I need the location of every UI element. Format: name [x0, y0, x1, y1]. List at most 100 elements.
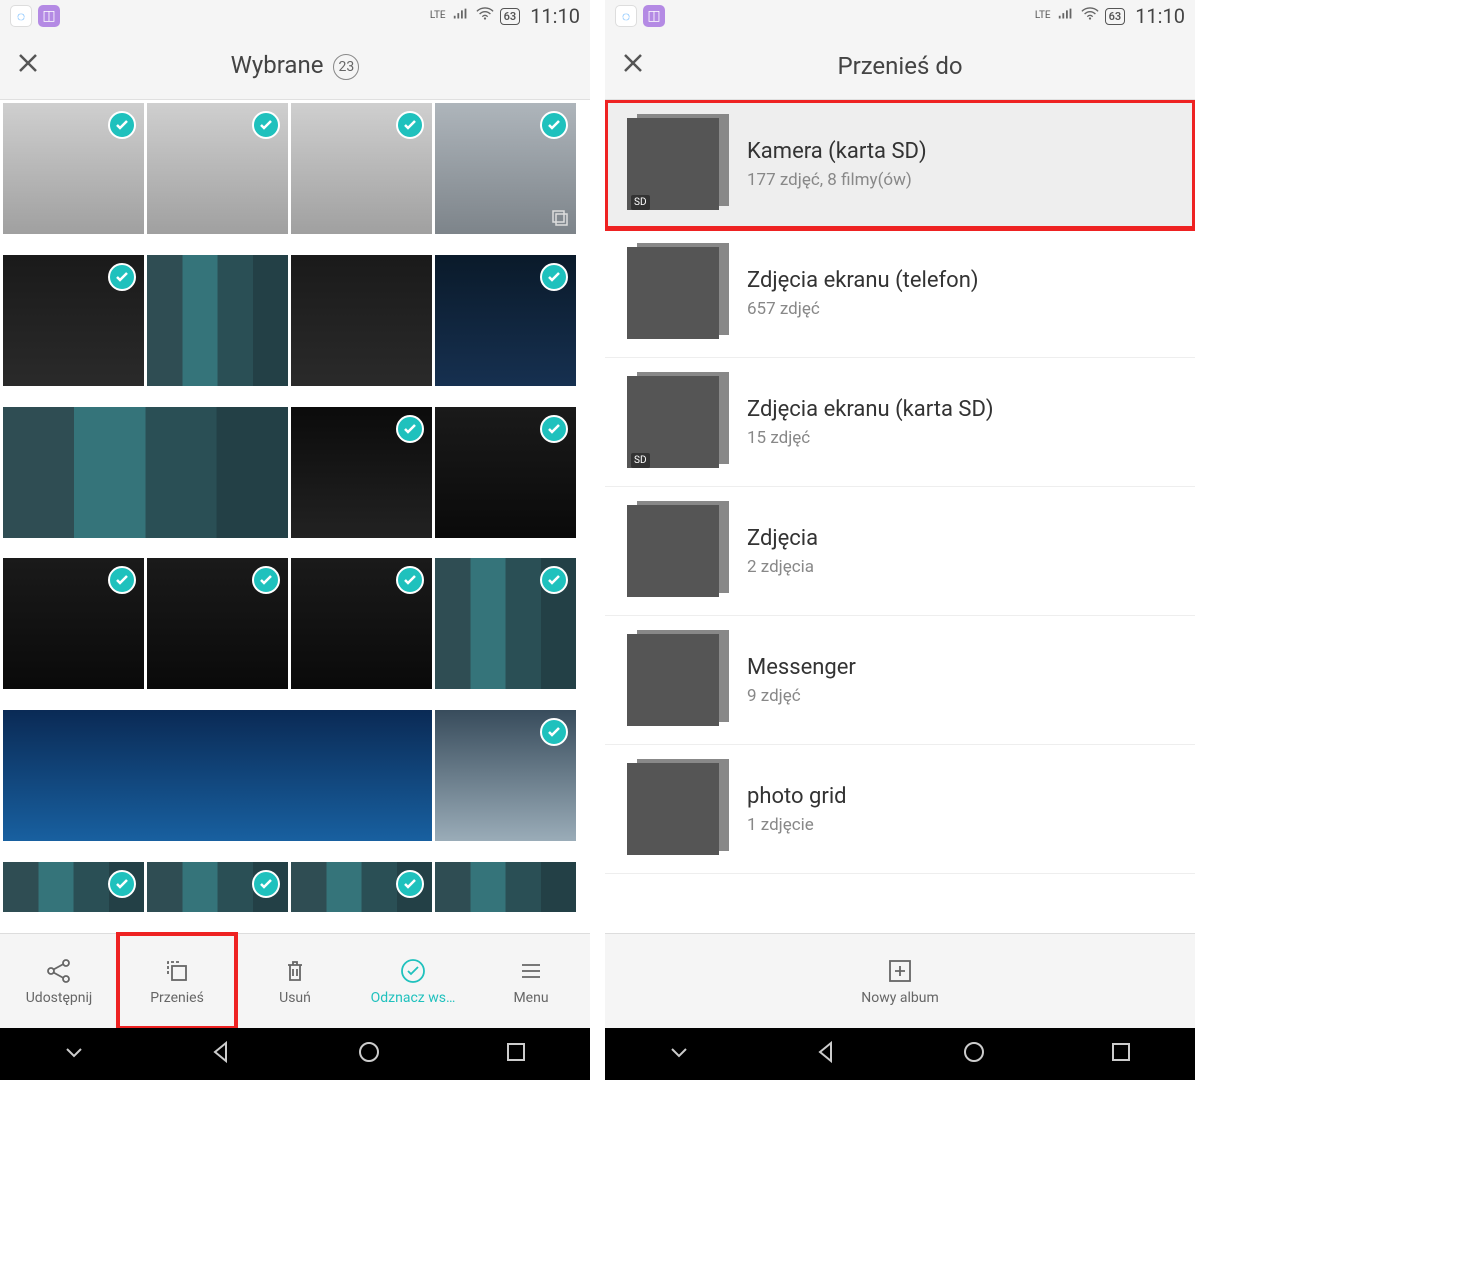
photo-thumbnail[interactable] [3, 255, 144, 386]
photo-thumbnail[interactable] [147, 862, 288, 912]
lte-label: LTE [1035, 11, 1051, 21]
phone-left: ◌ ◫ LTE 63 11:10 Wybrane 23 Udostępnij P… [0, 0, 590, 1080]
photo-thumbnail[interactable] [435, 407, 576, 538]
album-subtitle: 657 zdjęć [747, 299, 979, 319]
close-icon[interactable] [621, 49, 661, 82]
battery-level: 63 [500, 8, 521, 25]
selected-check-icon [396, 566, 424, 594]
selected-check-icon [252, 111, 280, 139]
selected-check-icon [540, 566, 568, 594]
selected-check-icon [396, 870, 424, 898]
new-album-label: Nowy album [861, 990, 938, 1006]
photo-thumbnail[interactable] [291, 103, 432, 234]
lte-label: LTE [430, 11, 446, 21]
photo-thumbnail[interactable] [291, 558, 432, 689]
selected-check-icon [540, 263, 568, 291]
wifi-icon [1081, 7, 1099, 25]
photo-thumbnail[interactable] [3, 407, 288, 538]
album-thumbnail: SD [627, 372, 727, 472]
delete-button[interactable]: Usuń [236, 934, 354, 1028]
bottom-toolbar: Udostępnij Przenieś Usuń Odznacz ws… Men… [0, 933, 590, 1028]
photo-thumbnail[interactable] [3, 862, 144, 912]
album-item[interactable]: photo grid1 zdjęcie [605, 745, 1195, 874]
deselect-all-button[interactable]: Odznacz ws… [354, 934, 472, 1028]
photo-thumbnail[interactable] [3, 558, 144, 689]
stack-icon [550, 208, 570, 228]
chevron-down-icon[interactable] [666, 1039, 692, 1069]
signal-icon [452, 7, 470, 25]
close-icon[interactable] [16, 49, 56, 82]
photo-thumbnail[interactable] [147, 558, 288, 689]
deselect-label: Odznacz ws… [371, 990, 456, 1006]
photo-thumbnail[interactable] [435, 710, 576, 841]
photo-thumbnail[interactable] [291, 862, 432, 912]
selected-check-icon [540, 718, 568, 746]
messenger-icon: ◌ [615, 5, 637, 27]
album-title: photo grid [747, 784, 847, 809]
back-icon[interactable] [208, 1039, 234, 1069]
album-item[interactable]: SD Zdjęcia ekranu (karta SD)15 zdjęć [605, 358, 1195, 487]
app-icon: ◫ [38, 5, 60, 27]
album-info: Zdjęcia ekranu (telefon) 657 zdjęć [747, 268, 979, 319]
app-header: Przenieś do [605, 32, 1195, 100]
chevron-down-icon[interactable] [61, 1039, 87, 1069]
android-nav-bar [605, 1028, 1195, 1080]
album-info: Zdjęcia ekranu (karta SD)15 zdjęć [747, 397, 994, 448]
selected-check-icon [540, 415, 568, 443]
album-item[interactable]: Zdjęcia ekranu (telefon) 657 zdjęć [605, 229, 1195, 358]
photo-thumbnail[interactable] [435, 103, 576, 234]
share-label: Udostępnij [26, 990, 93, 1006]
album-item[interactable]: Zdjęcia2 zdjęcia [605, 487, 1195, 616]
photo-thumbnail[interactable] [435, 558, 576, 689]
selected-check-icon [540, 111, 568, 139]
photo-thumbnail[interactable] [435, 255, 576, 386]
album-title: Zdjęcia ekranu (karta SD) [747, 397, 994, 422]
recent-icon[interactable] [1108, 1039, 1134, 1069]
album-subtitle: 177 zdjęć, 8 filmy(ów) [747, 170, 927, 190]
menu-button[interactable]: Menu [472, 934, 590, 1028]
album-info: Messenger 9 zdjęć [747, 655, 856, 706]
delete-label: Usuń [279, 990, 311, 1006]
album-thumbnail [627, 243, 727, 343]
photo-grid [0, 100, 590, 933]
album-subtitle: 9 zdjęć [747, 686, 856, 706]
status-bar: ◌ ◫ LTE 63 11:10 [605, 0, 1195, 32]
photo-thumbnail[interactable] [291, 255, 432, 386]
move-button[interactable]: Przenieś [118, 934, 236, 1028]
signal-icon [1057, 7, 1075, 25]
album-title: Zdjęcia ekranu (telefon) [747, 268, 979, 293]
album-item[interactable]: SDKamera (karta SD)177 zdjęć, 8 filmy(ów… [605, 100, 1195, 229]
home-icon[interactable] [356, 1039, 382, 1069]
bottom-toolbar: Nowy album [605, 933, 1195, 1028]
back-icon[interactable] [813, 1039, 839, 1069]
share-button[interactable]: Udostępnij [0, 934, 118, 1028]
photo-thumbnail[interactable] [147, 103, 288, 234]
menu-label: Menu [513, 990, 548, 1006]
page-title: Przenieś do [661, 52, 1139, 80]
recent-icon[interactable] [503, 1039, 529, 1069]
album-thumbnail [627, 759, 727, 859]
photo-thumbnail[interactable] [3, 103, 144, 234]
album-info: Kamera (karta SD)177 zdjęć, 8 filmy(ów) [747, 139, 927, 190]
sd-badge: SD [631, 453, 650, 468]
app-header: Wybrane 23 [0, 32, 590, 100]
photo-thumbnail[interactable] [291, 407, 432, 538]
album-item[interactable]: Messenger 9 zdjęć [605, 616, 1195, 745]
page-title: Wybrane 23 [56, 51, 534, 80]
selected-check-icon [108, 263, 136, 291]
album-thumbnail [627, 501, 727, 601]
photo-thumbnail[interactable] [3, 710, 432, 841]
selected-check-icon [396, 111, 424, 139]
phone-right: ◌ ◫ LTE 63 11:10 Przenieś do SDKamera (k… [605, 0, 1195, 1080]
app-icon: ◫ [643, 5, 665, 27]
new-album-button[interactable]: Nowy album [821, 934, 978, 1028]
album-title: Messenger [747, 655, 856, 680]
album-info: Zdjęcia2 zdjęcia [747, 526, 818, 577]
photo-thumbnail[interactable] [147, 255, 288, 386]
selected-check-icon [396, 415, 424, 443]
messenger-icon: ◌ [10, 5, 32, 27]
clock: 11:10 [1135, 4, 1185, 28]
photo-thumbnail[interactable] [435, 862, 576, 912]
home-icon[interactable] [961, 1039, 987, 1069]
status-bar: ◌ ◫ LTE 63 11:10 [0, 0, 590, 32]
